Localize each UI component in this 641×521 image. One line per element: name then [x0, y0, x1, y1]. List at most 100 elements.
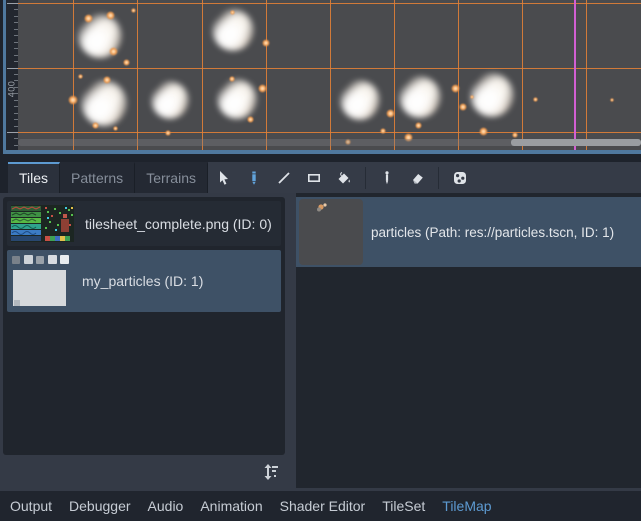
- ruler-tick: [14, 35, 18, 36]
- bottom-tab-tilemap[interactable]: TileMap: [442, 491, 491, 521]
- ruler-tick: [7, 68, 18, 69]
- grid-line-vertical: [73, 0, 74, 150]
- scene-tiles-list[interactable]: particles (Path: res://particles.tscn, I…: [296, 193, 641, 488]
- tile-source-list[interactable]: tilesheet_complete.png (ID: 0) my_particl…: [3, 197, 285, 455]
- eraser-tool[interactable]: [402, 164, 432, 192]
- tile-source-item[interactable]: tilesheet_complete.png (ID: 0): [7, 201, 281, 246]
- grid-line-vertical: [330, 0, 331, 150]
- bucket-tool[interactable]: [329, 164, 359, 192]
- ruler-tick: [14, 74, 18, 75]
- particle-spark: [113, 126, 118, 131]
- bottom-tab-audio[interactable]: Audio: [148, 491, 184, 521]
- particle-spark: [230, 10, 235, 15]
- particle-spark: [415, 122, 422, 129]
- toolbar-separator: [365, 167, 366, 189]
- ruler-tick: [14, 93, 18, 94]
- tilemap-tabbar: TilesPatternsTerrains: [8, 162, 208, 193]
- vertical-ruler: 400: [6, 0, 18, 150]
- ruler-tick: [14, 48, 18, 49]
- ruler-tick: [14, 9, 18, 10]
- scene-tile-label: particles (Path: res://particles.tscn, I…: [371, 225, 614, 240]
- particle-spark: [247, 116, 254, 123]
- rect-tool[interactable]: [299, 164, 329, 192]
- particle-puff: [399, 76, 441, 118]
- toolbar-separator: [438, 167, 439, 189]
- particle-spark: [229, 76, 235, 82]
- grid-line-vertical: [458, 0, 459, 150]
- particle-spark: [92, 122, 99, 129]
- ruler-tick: [14, 42, 18, 43]
- pencil-icon: [246, 170, 262, 186]
- particle-spark: [103, 76, 111, 84]
- grid-line-vertical: [202, 0, 203, 150]
- viewport-focus-border-left: [3, 0, 6, 154]
- tile-source-item[interactable]: my_particles (ID: 1): [7, 250, 281, 312]
- line-tool[interactable]: [269, 164, 299, 192]
- picker-tool[interactable]: [372, 164, 402, 192]
- magenta-guide-line: [574, 0, 576, 150]
- source-list-footer: [0, 455, 288, 488]
- particle-spark: [533, 97, 538, 102]
- scene-tile-item[interactable]: particles (Path: res://particles.tscn, I…: [296, 197, 641, 267]
- tilesheet-thumbnail: [11, 205, 74, 242]
- bucket-icon: [336, 170, 352, 186]
- particle-spark: [459, 103, 467, 111]
- panel-splitter[interactable]: [288, 193, 296, 488]
- particle-puff: [212, 9, 254, 51]
- scene-2d-viewport[interactable]: 400: [0, 0, 641, 155]
- grid-line-vertical: [394, 0, 395, 150]
- tab-terrains[interactable]: Terrains: [135, 162, 208, 193]
- sort-icon: [262, 463, 280, 481]
- ruler-tick: [7, 3, 18, 4]
- grid-line-vertical: [137, 0, 138, 150]
- ruler-tick: [14, 22, 18, 23]
- particle-spark: [78, 74, 83, 79]
- tile-source-label: my_particles (ID: 1): [82, 273, 203, 289]
- particle-spark: [380, 128, 386, 134]
- particle-spark: [451, 84, 460, 93]
- tab-patterns[interactable]: Patterns: [60, 162, 135, 193]
- rect-icon: [306, 170, 322, 186]
- ruler-tick: [14, 61, 18, 62]
- particle-spark: [84, 14, 93, 23]
- tile-source-label: tilesheet_complete.png (ID: 0): [85, 216, 272, 232]
- dice-icon: [452, 170, 468, 186]
- select-tool[interactable]: [209, 164, 239, 192]
- viewport-canvas[interactable]: [18, 0, 641, 150]
- particle-spark: [262, 39, 270, 47]
- line-icon: [276, 170, 292, 186]
- particle-puff: [151, 81, 189, 119]
- random-tile-toggle[interactable]: [445, 164, 475, 192]
- tilemap-toolbar: [209, 162, 475, 193]
- particle-spark: [258, 84, 267, 93]
- particle-spark: [109, 47, 118, 56]
- particle-spark: [512, 132, 518, 138]
- tab-tiles[interactable]: Tiles: [8, 162, 60, 193]
- particle-spark: [165, 130, 171, 136]
- bottom-tab-shader-editor[interactable]: Shader Editor: [280, 491, 366, 521]
- eraser-icon: [409, 170, 425, 186]
- sort-sources-button[interactable]: [261, 462, 281, 482]
- ruler-tick: [14, 29, 18, 30]
- bottom-panel-bar: Output Debugger Audio Animation Shader Edito…: [0, 491, 641, 521]
- particle-spark: [123, 59, 130, 66]
- ruler-tick: [14, 106, 18, 107]
- h-scrollbar-thumb[interactable]: [511, 139, 641, 146]
- viewport-focus-border-bottom: [3, 150, 641, 154]
- ruler-tick: [14, 16, 18, 17]
- bottom-tab-output[interactable]: Output: [10, 491, 52, 521]
- ruler-tick: [14, 87, 18, 88]
- particle-spark: [131, 8, 136, 13]
- particle-spark: [610, 98, 614, 102]
- paint-tool[interactable]: [239, 164, 269, 192]
- ruler-tick: [14, 119, 18, 120]
- eyedropper-icon: [379, 170, 395, 186]
- bottom-tab-tileset[interactable]: TileSet: [382, 491, 425, 521]
- bottom-tab-animation[interactable]: Animation: [200, 491, 262, 521]
- grid-line-vertical: [266, 0, 267, 150]
- bottom-tab-debugger[interactable]: Debugger: [69, 491, 131, 521]
- particle-puff: [81, 80, 127, 126]
- godot-editor-window: 400 TilesPatternsTerrains tilesheet_comp…: [0, 0, 641, 521]
- grid-line-vertical: [586, 0, 587, 150]
- grid-line-vertical: [522, 0, 523, 150]
